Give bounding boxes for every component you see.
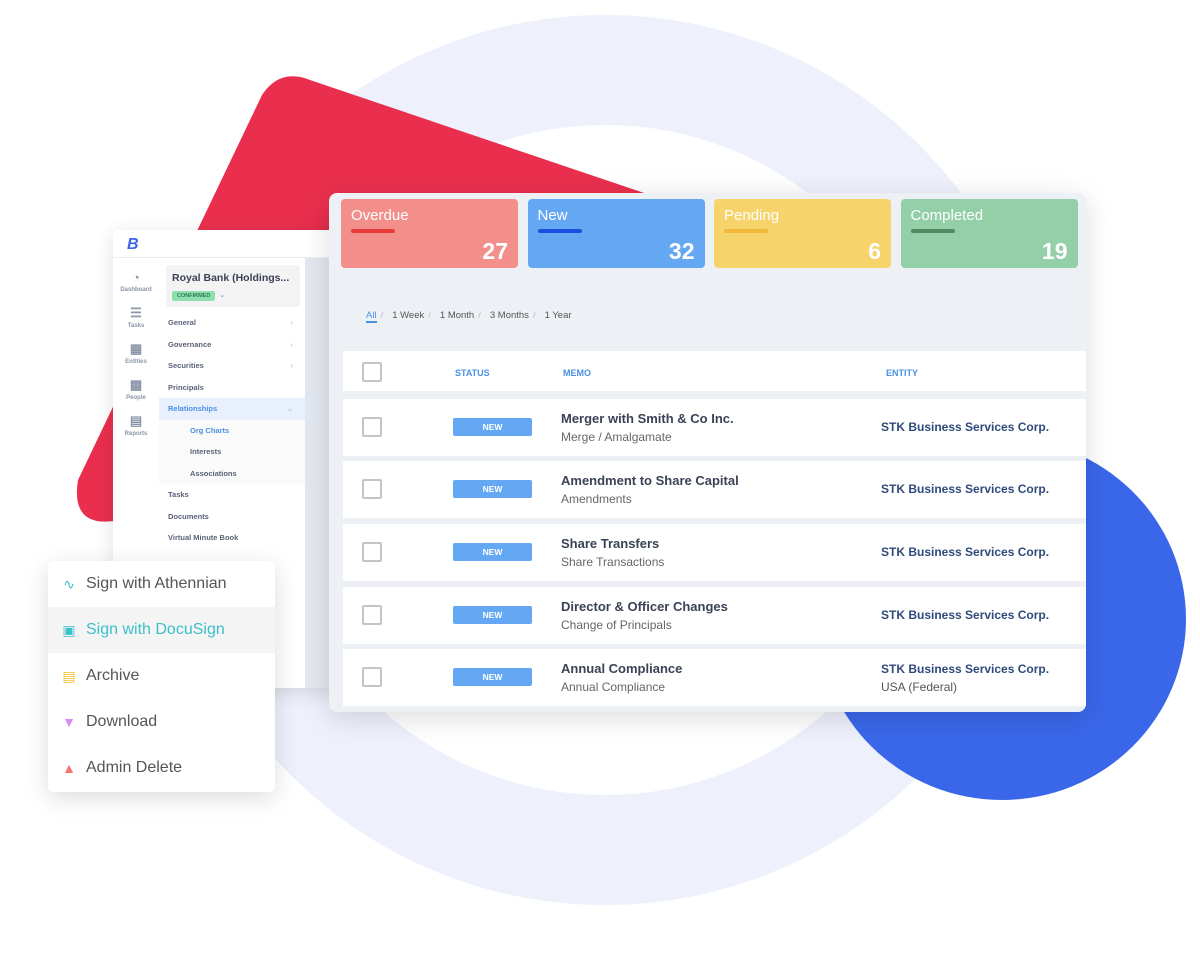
nav-item-securities[interactable]: Securities ‹ <box>159 355 305 377</box>
memo-type: Share Transactions <box>561 555 665 569</box>
menu-item-archive[interactable]: ▤ Archive <box>48 653 275 699</box>
entity-name[interactable]: STK Business Services Corp. <box>881 608 1049 622</box>
entity-name[interactable]: STK Business Services Corp. <box>881 545 1049 559</box>
memo-header[interactable]: MEMO <box>563 368 591 378</box>
entity-header[interactable]: ENTITY <box>886 368 918 378</box>
menu-item-sign-with-athennian[interactable]: ∿ Sign with Athennian <box>48 561 275 607</box>
summary-card-overdue[interactable]: Overdue 27 <box>341 199 518 268</box>
entity-name[interactable]: STK Business Services Corp. <box>881 420 1049 434</box>
id-card-icon: ▩ <box>129 377 143 392</box>
rail-item-dashboard[interactable]: ◔ Dashboard <box>113 270 159 293</box>
memo-title[interactable]: Annual Compliance <box>561 661 682 676</box>
download-file-icon: ▼ <box>62 714 76 730</box>
card-count: 27 <box>482 238 508 264</box>
menu-item-sign-with-docusign[interactable]: ▣ Sign with DocuSign <box>48 607 275 653</box>
filter-3-months[interactable]: 3 Months <box>490 310 529 321</box>
row-checkbox[interactable] <box>362 605 382 625</box>
status-badge: NEW <box>453 606 532 624</box>
archive-icon: ▤ <box>62 667 76 684</box>
table-row[interactable]: NEW Amendment to Share Capital Amendment… <box>343 461 1086 518</box>
memo-title[interactable]: Amendment to Share Capital <box>561 473 739 488</box>
chevron-left-icon: ‹ <box>290 361 294 370</box>
nav-item-virtual-minute-book[interactable]: Virtual Minute Book <box>159 527 305 549</box>
rail-item-reports[interactable]: ▤ Reports <box>113 413 159 437</box>
card-count: 6 <box>868 238 881 264</box>
status-badge: NEW <box>453 418 532 436</box>
memo-title[interactable]: Director & Officer Changes <box>561 599 728 614</box>
entity-name: Royal Bank (Holdings... <box>172 272 290 284</box>
filter-all[interactable]: All <box>366 310 377 323</box>
nav-item-org-charts[interactable]: Org Charts <box>159 419 305 441</box>
memo-type: Annual Compliance <box>561 680 666 694</box>
summary-card-pending[interactable]: Pending 6 <box>714 199 891 268</box>
nav-item-interests[interactable]: Interests <box>159 441 305 463</box>
rail-item-entities[interactable]: ▦ Entities <box>113 341 159 365</box>
nav-item-relationships[interactable]: Relationships ⌄ <box>159 398 305 420</box>
memo-type: Amendments <box>561 492 632 506</box>
row-checkbox[interactable] <box>362 417 382 437</box>
document-icon: ▣ <box>62 621 76 638</box>
tasks-icon: ☰ <box>130 305 142 320</box>
status-header[interactable]: STATUS <box>455 368 490 378</box>
menu-item-download[interactable]: ▼ Download <box>48 699 275 745</box>
dashboard-icon: ◔ <box>132 270 140 285</box>
select-all-checkbox[interactable] <box>362 362 382 382</box>
tasks-panel: Overdue 27 New 32 Pending 6 Completed 19 All/1 … <box>329 193 1086 712</box>
status-badge: NEW <box>453 668 532 686</box>
status-badge: NEW <box>453 480 532 498</box>
trash-icon: ▲ <box>62 760 76 776</box>
summary-card-new[interactable]: New 32 <box>527 199 705 268</box>
status-badge: CONFIRMED <box>172 291 216 301</box>
nav-item-documents[interactable]: Documents <box>159 506 305 528</box>
time-filter: All/1 Week/1 Month/3 Months/1 Year <box>366 310 572 323</box>
nav-item-governance[interactable]: Governance ‹ <box>159 334 305 356</box>
card-count: 19 <box>1041 238 1068 264</box>
memo-type: Change of Principals <box>561 618 672 632</box>
chevron-left-icon: ‹ <box>290 339 294 349</box>
card-count: 32 <box>668 238 695 264</box>
entity-name[interactable]: STK Business Services Corp. <box>881 482 1049 496</box>
filter-1-week[interactable]: 1 Week <box>392 310 424 321</box>
memo-title[interactable]: Share Transfers <box>561 536 659 551</box>
row-checkbox[interactable] <box>362 479 382 499</box>
rail-item-tasks[interactable]: ☰ Tasks <box>113 305 159 329</box>
summary-card-completed[interactable]: Completed 19 <box>900 199 1078 268</box>
filter-1-year[interactable]: 1 Year <box>545 310 572 321</box>
actions-menu: ∿ Sign with Athennian ▣ Sign with DocuSign ▤… <box>48 561 275 792</box>
entity-name[interactable]: STK Business Services Corp. <box>881 662 1049 676</box>
table-row[interactable]: NEW Annual Compliance Annual Compliance … <box>343 649 1086 706</box>
rail-item-people[interactable]: ▩ People <box>113 377 159 401</box>
nav-item-associations[interactable]: Associations <box>159 462 305 484</box>
filter-1-month[interactable]: 1 Month <box>440 310 474 321</box>
nav-item-tasks[interactable]: Tasks <box>159 484 305 506</box>
entity-selector[interactable]: Royal Bank (Holdings... CONFIRMED ⌄ <box>166 265 300 307</box>
table-row[interactable]: NEW Director & Officer Changes Change of… <box>343 587 1086 644</box>
table-row[interactable]: NEW Merger with Smith & Co Inc. Merge / … <box>343 399 1086 456</box>
memo-title[interactable]: Merger with Smith & Co Inc. <box>561 411 734 426</box>
status-badge: NEW <box>453 543 532 561</box>
chevron-down-icon: ⌄ <box>286 404 293 413</box>
signature-icon: ∿ <box>63 575 75 592</box>
report-icon: ▤ <box>129 413 143 428</box>
chevron-down-icon[interactable]: ⌄ <box>219 292 225 299</box>
table-row[interactable]: NEW Share Transfers Share Transactions S… <box>343 524 1086 581</box>
building-icon: ▦ <box>129 341 143 356</box>
chevron-left-icon: ‹ <box>290 318 294 327</box>
menu-item-admin-delete[interactable]: ▲ Admin Delete <box>48 745 275 791</box>
nav-item-principals[interactable]: Principals <box>159 377 305 399</box>
memo-type: Merge / Amalgamate <box>561 430 672 444</box>
nav-item-general[interactable]: General ‹ <box>159 312 305 334</box>
table-header: STATUS MEMO ENTITY <box>343 351 1086 391</box>
entity-jurisdiction: USA (Federal) <box>881 680 958 694</box>
app-logo: B <box>113 230 343 258</box>
row-checkbox[interactable] <box>362 667 382 687</box>
row-checkbox[interactable] <box>362 542 382 562</box>
